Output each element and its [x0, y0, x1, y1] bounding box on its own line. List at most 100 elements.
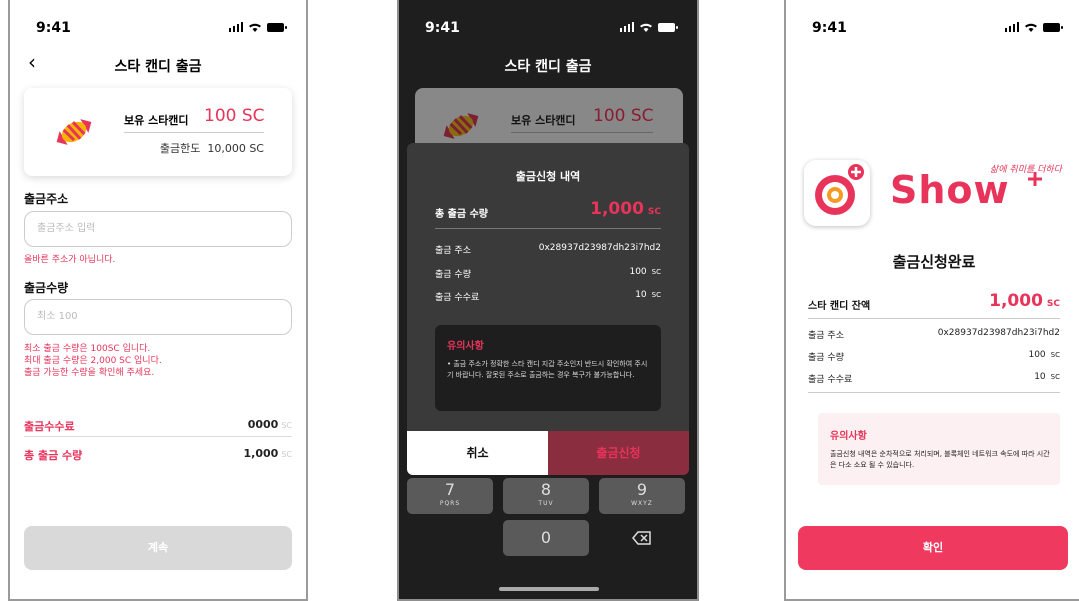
status-bar: 9:41 [786, 18, 1079, 38]
status-time: 9:41 [36, 20, 71, 36]
modal-total-row: 총 출금 수량 1,000 SC [435, 199, 661, 220]
total-amount: 1,000 [590, 199, 644, 219]
confirm-button[interactable]: 확인 [798, 526, 1068, 570]
row-unit: SC [1050, 373, 1060, 381]
total-value: 1,000 SC [244, 447, 292, 460]
key-number: 7 [444, 480, 456, 499]
row-label: 출금 주소 [435, 246, 471, 256]
amount-input[interactable]: 최소 100 [24, 299, 292, 335]
key-9[interactable]: 9 WXYZ [599, 478, 685, 514]
key-0[interactable]: 0 [503, 520, 589, 556]
balance-value: 1,000 SC [989, 291, 1060, 311]
row-label: 출금 수수료 [808, 375, 853, 385]
amount-error-3: 출금 가능한 수량을 확인해 주세요. [24, 368, 155, 378]
row-unit: SC [651, 291, 661, 299]
hold-value: 100 SC [204, 106, 265, 126]
divider [435, 228, 661, 229]
backspace-key[interactable] [599, 520, 685, 556]
status-time: 9:41 [425, 20, 460, 36]
address-error: 올바른 주소가 아닙니다. [24, 255, 116, 265]
balance-label: 스타 캔디 잔액 [808, 301, 871, 312]
total-unit: SC [647, 207, 661, 217]
battery-icon [267, 22, 287, 32]
withdraw-form-screen: 9:41 ‹ 스타 캔디 출금 보유 스타캔디 100 SC 출금한도 10,0… [8, 0, 308, 601]
address-input[interactable]: 출금주소 입력 [24, 211, 292, 247]
divider [511, 132, 653, 133]
key-number: 9 [636, 480, 648, 499]
amount-error-1: 최소 출금 수량은 100SC 입니다. [24, 344, 151, 354]
row-value: 10 SC [1034, 372, 1060, 382]
total-row: 총 출금 수량 1,000 SC [24, 447, 292, 463]
app-logo [804, 160, 870, 226]
fee-value: 0000 SC [248, 418, 292, 431]
row-value: 100 SC [629, 267, 661, 277]
hold-label: 보유 스타캔디 [511, 114, 576, 127]
home-indicator [499, 587, 599, 591]
complete-heading: 출금신청완료 [892, 253, 976, 271]
row-label: 출금 주소 [808, 331, 844, 341]
row-value: 0x28937d23987dh23i7hd2 [538, 243, 661, 253]
notice-box: 유의사항 • 출금 주소가 정확한 스타 캔디 지갑 주소인지 반드시 확인하여… [435, 325, 661, 411]
confirm-modal: 출금신청 내역 총 출금 수량 1,000 SC 출금 주소 0x28937d23… [407, 143, 689, 475]
wifi-icon [1025, 23, 1037, 32]
submit-withdraw-button[interactable]: 출금신청 [548, 431, 689, 475]
row-amount: 10 [635, 290, 647, 300]
row-amount: 100 [1028, 350, 1046, 360]
divider [808, 392, 1060, 393]
continue-button[interactable]: 계속 [24, 526, 292, 570]
address-label: 출금주소 [24, 192, 69, 206]
total-unit: SC [281, 450, 292, 459]
limit-label: 출금한도 [159, 142, 201, 155]
detail-row: 출금 주소 0x28937d23987dh23i7hd2 [808, 328, 1060, 341]
key-letters: TUV [538, 500, 554, 507]
amount-label: 출금수량 [24, 281, 69, 295]
detail-row: 출금 수량 100 SC [808, 350, 1060, 363]
key-letters: PQRS [439, 500, 461, 507]
modal-row: 출금 주소 0x28937d23987dh23i7hd2 [435, 243, 661, 256]
row-label: 출금 수수료 [435, 293, 480, 303]
fee-label: 출금수수료 [24, 420, 75, 433]
battery-icon [658, 22, 678, 32]
limit-text: 출금한도 10,000 SC [160, 140, 264, 156]
notice-title: 유의사항 [447, 341, 484, 352]
key-number: 0 [540, 528, 552, 547]
modal-title: 출금신청 내역 [515, 170, 581, 183]
notice-box: 유의사항 출금신청 내역은 순차적으로 처리되며, 블록체인 네트워크 속도에 … [818, 413, 1060, 485]
modal-row: 출금 수량 100 SC [435, 267, 661, 280]
signal-icon [619, 22, 634, 32]
hold-label: 보유 스타캔디 [124, 114, 189, 127]
total-value: 1,000 SC [590, 199, 661, 219]
fee-amount: 0000 [247, 418, 279, 431]
row-label: 출금 수량 [435, 270, 471, 280]
total-amount: 1,000 [243, 447, 279, 460]
balance-unit: SC [1046, 299, 1060, 309]
row-unit: SC [651, 268, 661, 276]
row-value: 0x28937d23987dh23i7hd2 [937, 328, 1060, 338]
row-value: 10 SC [635, 290, 661, 300]
balance-amount: 1,000 [989, 291, 1043, 311]
modal-row: 출금 수수료 10 SC [435, 290, 661, 303]
row-amount: 10 [1034, 372, 1046, 382]
withdraw-confirm-screen: 9:41 스타 캔디 출금 보유 스타캔디 100 SC 출금신청 내역 총 출… [397, 0, 699, 601]
balance-row: 스타 캔디 잔액 1,000 SC [808, 291, 1060, 312]
notice-title: 유의사항 [830, 431, 867, 442]
fee-unit: SC [281, 421, 292, 430]
fee-row: 출금수수료 0000 SC [24, 418, 292, 434]
brand-tagline: 삶에 취미를 더하다 [990, 165, 1062, 175]
balance-card: 보유 스타캔디 100 SC 출금한도 10,000 SC [24, 88, 292, 176]
notice-body: • 출금 주소가 정확한 스타 캔디 지갑 주소인지 반드시 확인하여 주시기 … [447, 360, 648, 379]
hold-value: 100 SC [593, 106, 654, 126]
total-label: 총 출금 수량 [24, 449, 83, 462]
key-7[interactable]: 7 PQRS [407, 478, 493, 514]
show-logo-icon [815, 164, 864, 215]
row-unit: SC [1050, 351, 1060, 359]
key-8[interactable]: 8 TUV [503, 478, 589, 514]
status-bar: 9:41 [10, 18, 306, 38]
limit-value: 10,000 SC [207, 142, 264, 155]
row-value: 100 SC [1028, 350, 1060, 360]
page-title: 스타 캔디 출금 [504, 59, 592, 75]
status-time: 9:41 [812, 20, 847, 36]
cancel-button[interactable]: 취소 [407, 431, 548, 475]
divider [808, 318, 1060, 319]
row-amount: 100 [629, 267, 647, 277]
